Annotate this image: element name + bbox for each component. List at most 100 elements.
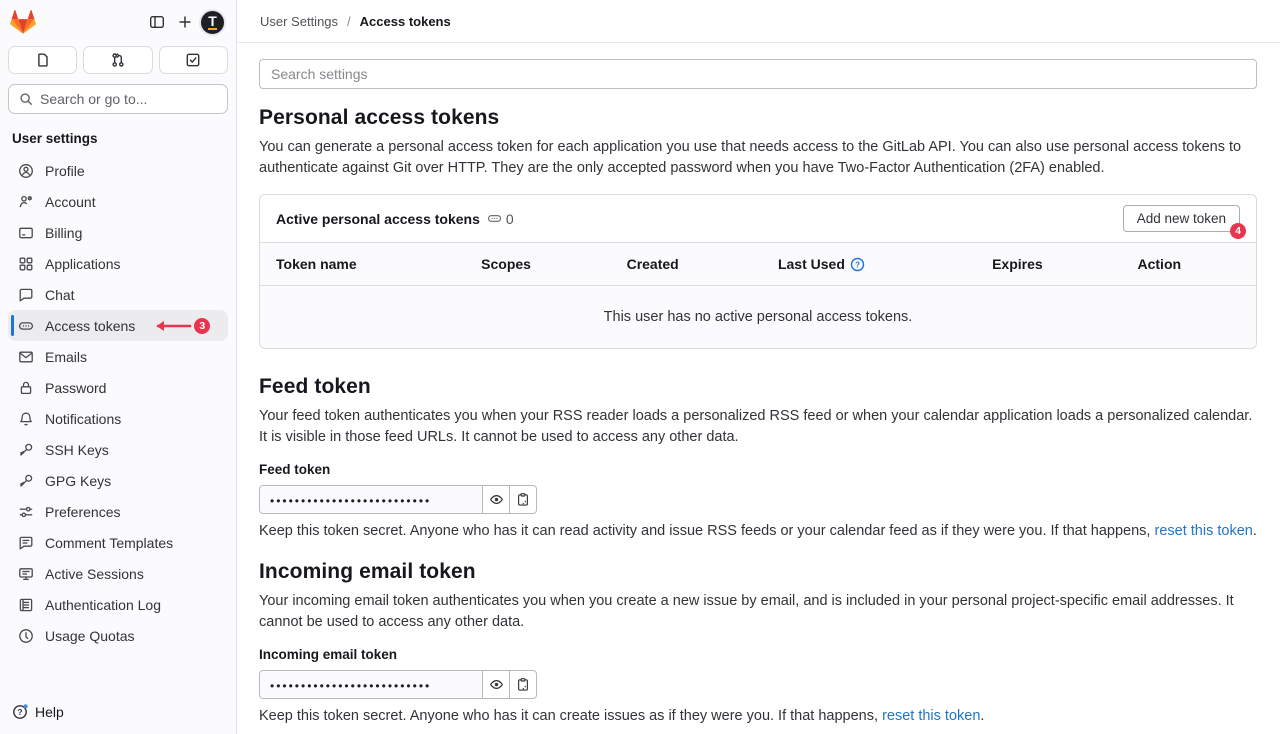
feed-token-note: Keep this token secret. Anyone who has i… <box>259 523 1257 539</box>
profile-icon <box>18 163 34 179</box>
create-new-icon[interactable] <box>171 8 199 36</box>
todo-shortcut-button[interactable] <box>159 46 228 74</box>
sidebar-item-gpg-keys[interactable]: GPG Keys <box>8 465 228 496</box>
log-icon <box>18 597 34 613</box>
copy-incoming-token-button[interactable] <box>510 670 537 699</box>
key-icon <box>18 473 34 489</box>
help-button[interactable]: ? Help <box>12 703 224 720</box>
search-placeholder-text: Search or go to... <box>40 91 147 107</box>
annotation-badge-4: 4 <box>1230 223 1246 239</box>
red-arrow-icon <box>150 319 192 333</box>
eye-icon <box>489 492 504 507</box>
search-or-go-to-input[interactable]: Search or go to... <box>8 84 228 114</box>
reveal-feed-token-button[interactable] <box>483 485 510 514</box>
super-sidebar: T Search or go to... Use <box>0 0 237 734</box>
token-count-icon <box>487 211 502 226</box>
account-icon <box>18 194 34 210</box>
annotation-badge: 3 <box>194 318 210 334</box>
copy-feed-token-button[interactable] <box>510 485 537 514</box>
col-action: Action <box>1122 243 1257 286</box>
feed-token-group: •••••••••••••••••••••••••• <box>259 485 537 514</box>
sidebar-item-billing[interactable]: Billing <box>8 217 228 248</box>
lock-icon <box>18 380 34 396</box>
todo-check-icon <box>185 52 201 68</box>
col-expires: Expires <box>976 243 1121 286</box>
col-created: Created <box>611 243 762 286</box>
settings-search-input[interactable] <box>259 59 1257 89</box>
chat-icon <box>18 287 34 303</box>
incoming-token-note: Keep this token secret. Anyone who has i… <box>259 708 1257 724</box>
incoming-email-token-heading: Incoming email token <box>259 560 1257 584</box>
sidebar-item-notifications[interactable]: Notifications <box>8 403 228 434</box>
sidebar-item-usage-quotas[interactable]: Usage Quotas <box>8 620 228 651</box>
search-icon <box>19 92 33 106</box>
question-help-icon[interactable]: ? <box>850 257 865 272</box>
key-icon <box>18 442 34 458</box>
tokens-table: Token name Scopes Created Last Used ? <box>260 242 1256 348</box>
personal-access-tokens-description: You can generate a personal access token… <box>259 137 1257 178</box>
feed-token-label: Feed token <box>259 462 1257 477</box>
applications-icon <box>18 256 34 272</box>
annotation-arrow-3: 3 <box>150 318 210 334</box>
sidebar-item-profile[interactable]: Profile <box>8 155 228 186</box>
sidebar-nav: Profile Account Billing <box>0 155 236 691</box>
active-tokens-card: Active personal access tokens 0 Add new … <box>259 194 1257 349</box>
issues-icon <box>35 52 51 68</box>
monitor-icon <box>18 566 34 582</box>
quota-gauge-icon <box>18 628 34 644</box>
help-label: Help <box>35 704 64 720</box>
sidebar-item-active-sessions[interactable]: Active Sessions <box>8 558 228 589</box>
empty-state-text: This user has no active personal access … <box>260 286 1256 349</box>
svg-text:?: ? <box>855 260 860 269</box>
incoming-token-field[interactable]: •••••••••••••••••••••••••• <box>259 670 483 699</box>
issues-shortcut-button[interactable] <box>8 46 77 74</box>
copy-icon <box>516 492 530 507</box>
breadcrumb-separator: / <box>347 14 351 29</box>
sidebar-section-label: User settings <box>0 114 236 155</box>
feed-token-heading: Feed token <box>259 375 1257 399</box>
sidebar-item-authentication-log[interactable]: Authentication Log <box>8 589 228 620</box>
bell-icon <box>18 411 34 427</box>
main-content: User Settings / Access tokens Personal a… <box>237 0 1280 734</box>
col-scopes: Scopes <box>465 243 610 286</box>
sidebar-item-comment-templates[interactable]: Comment Templates <box>8 527 228 558</box>
incoming-email-token-label: Incoming email token <box>259 647 1257 662</box>
merge-requests-shortcut-button[interactable] <box>83 46 152 74</box>
reveal-incoming-token-button[interactable] <box>483 670 510 699</box>
billing-icon <box>18 225 34 241</box>
copy-icon <box>516 677 530 692</box>
reset-feed-token-link[interactable]: reset this token <box>1155 523 1253 539</box>
col-token-name: Token name <box>260 243 465 286</box>
avatar[interactable]: T <box>199 9 226 36</box>
col-last-used: Last Used ? <box>762 243 976 286</box>
sidebar-item-password[interactable]: Password <box>8 372 228 403</box>
incoming-token-group: •••••••••••••••••••••••••• <box>259 670 537 699</box>
svg-text:?: ? <box>17 707 22 717</box>
help-icon: ? <box>12 703 29 720</box>
feed-token-field[interactable]: •••••••••••••••••••••••••• <box>259 485 483 514</box>
active-tokens-title: Active personal access tokens 0 <box>276 211 514 227</box>
comment-template-icon <box>18 535 34 551</box>
reset-incoming-token-link[interactable]: reset this token <box>882 708 980 724</box>
sliders-icon <box>18 504 34 520</box>
email-icon <box>18 349 34 365</box>
sidebar-item-ssh-keys[interactable]: SSH Keys <box>8 434 228 465</box>
sidebar-item-applications[interactable]: Applications <box>8 248 228 279</box>
gitlab-logo-icon[interactable] <box>10 9 36 35</box>
add-new-token-button[interactable]: Add new token 4 <box>1123 205 1240 232</box>
sidebar-item-access-tokens[interactable]: Access tokens 3 <box>8 310 228 341</box>
feed-token-description: Your feed token authenticates you when y… <box>259 406 1257 447</box>
incoming-email-token-description: Your incoming email token authenticates … <box>259 591 1257 632</box>
sidebar-item-chat[interactable]: Chat <box>8 279 228 310</box>
token-icon <box>18 318 34 334</box>
sidebar-item-emails[interactable]: Emails <box>8 341 228 372</box>
sidebar-item-account[interactable]: Account <box>8 186 228 217</box>
breadcrumb-user-settings[interactable]: User Settings <box>260 14 338 29</box>
sidebar-toggle-icon[interactable] <box>143 8 171 36</box>
breadcrumb: User Settings / Access tokens <box>237 0 1280 43</box>
personal-access-tokens-heading: Personal access tokens <box>259 106 1257 130</box>
merge-request-icon <box>110 52 126 68</box>
sidebar-item-preferences[interactable]: Preferences <box>8 496 228 527</box>
breadcrumb-access-tokens: Access tokens <box>360 14 451 29</box>
active-tokens-count: 0 <box>506 211 514 227</box>
